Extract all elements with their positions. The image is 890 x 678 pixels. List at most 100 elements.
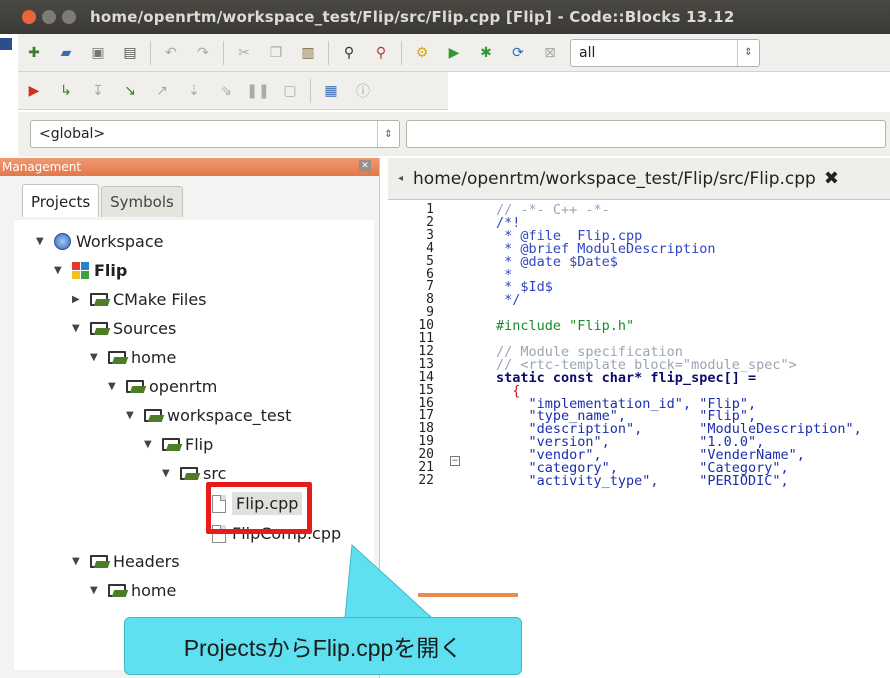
new-file-icon[interactable]: ✚: [24, 43, 44, 63]
tree-label: Headers: [113, 552, 180, 571]
tree-label: CMake Files: [113, 290, 207, 309]
tree-node-headers[interactable]: ▼ Headers: [72, 552, 180, 571]
workspace-icon: [54, 233, 71, 250]
redo-icon[interactable]: ↷: [193, 43, 213, 63]
cut-icon[interactable]: ✂: [234, 43, 254, 63]
chevron-down-icon[interactable]: ▼: [126, 410, 144, 421]
scope-select[interactable]: <global> ⇕: [30, 120, 400, 148]
step-out-icon[interactable]: ↗: [152, 81, 172, 101]
tree-node-sources[interactable]: ▼ Sources: [72, 319, 176, 338]
rebuild-icon[interactable]: ⟳: [508, 43, 528, 63]
tree-node-flip-dir[interactable]: ▼ Flip: [144, 435, 213, 454]
tree-label: Flip: [94, 261, 128, 280]
chevron-down-icon[interactable]: ▼: [108, 381, 126, 392]
maximize-window-button[interactable]: [62, 10, 76, 24]
find-icon[interactable]: ⚲: [339, 43, 359, 63]
chevron-down-icon[interactable]: ▼: [72, 323, 90, 334]
abort-icon[interactable]: ⊠: [540, 43, 560, 63]
run-icon[interactable]: ▶: [444, 43, 464, 63]
debug-windows-icon[interactable]: ▦: [321, 81, 341, 101]
code-completion-toolbar: <global> ⇕: [18, 112, 890, 156]
save-all-icon[interactable]: ▤: [120, 43, 140, 63]
build-target-value: all: [579, 44, 596, 61]
tree-node-openrtm[interactable]: ▼ openrtm: [108, 377, 217, 396]
next-line-icon[interactable]: ↧: [88, 81, 108, 101]
editor-tabbar: ◂ home/openrtm/workspace_test/Flip/src/F…: [388, 158, 890, 200]
open-file-icon[interactable]: ▰: [56, 43, 76, 63]
window-title: home/openrtm/workspace_test/Flip/src/Fli…: [90, 8, 735, 26]
tree-node-src[interactable]: ▼ src: [162, 464, 226, 483]
build-target-select[interactable]: all ⇕: [570, 38, 760, 67]
chevron-updown-icon: ⇕: [377, 121, 399, 147]
tree-label: Workspace: [76, 232, 164, 251]
build-and-run-icon[interactable]: ✱: [476, 43, 496, 63]
editor-tab-label: home/openrtm/workspace_test/Flip/src/Fli…: [413, 168, 816, 189]
tree-node-workspace-test[interactable]: ▼ workspace_test: [126, 406, 291, 425]
chevron-down-icon[interactable]: ▼: [162, 468, 180, 479]
chevron-down-icon[interactable]: ▼: [36, 236, 54, 247]
tree-node-cmake-files[interactable]: ▶ CMake Files: [72, 290, 207, 309]
chevron-down-icon[interactable]: ▼: [54, 265, 72, 276]
chevron-down-icon[interactable]: ▼: [144, 439, 162, 450]
code-line: #include "Flip.h": [496, 318, 635, 335]
folder-icon: [126, 380, 144, 393]
folder-icon: [90, 322, 108, 335]
title-bar: home/openrtm/workspace_test/Flip/src/Fli…: [0, 0, 890, 34]
tree-label: home: [131, 581, 177, 600]
save-icon[interactable]: ▣: [88, 43, 108, 63]
function-select[interactable]: [406, 120, 886, 148]
toolbar-divider: [310, 78, 311, 103]
undo-icon[interactable]: ↶: [161, 43, 181, 63]
run-to-cursor-icon[interactable]: ↳: [56, 81, 76, 101]
tree-label: workspace_test: [167, 406, 292, 425]
build-icon[interactable]: ⚙: [412, 43, 432, 63]
next-instruction-icon[interactable]: ⇣: [184, 81, 204, 101]
paste-icon[interactable]: ▥: [298, 43, 318, 63]
pause-icon[interactable]: ❚❚: [246, 81, 269, 101]
replace-icon[interactable]: ⚲: [371, 43, 391, 63]
tab-projects[interactable]: Projects: [22, 184, 100, 217]
close-panel-icon[interactable]: ✕: [359, 160, 371, 172]
step-into-icon[interactable]: ↘: [120, 81, 140, 101]
scope-value: <global>: [39, 126, 106, 142]
management-title: Management: [2, 160, 82, 174]
line-number: 22: [418, 472, 434, 488]
copy-icon[interactable]: ❐: [266, 43, 286, 63]
various-info-icon[interactable]: ⓘ: [353, 81, 373, 101]
background-app-edge: [0, 38, 12, 50]
chevron-right-icon[interactable]: ▶: [72, 294, 90, 305]
debug-start-icon[interactable]: ▶: [24, 81, 44, 101]
stop-debug-icon[interactable]: ▢: [280, 81, 300, 101]
folder-icon: [108, 584, 126, 597]
folder-icon: [180, 467, 198, 480]
tree-node-project[interactable]: ▼ Flip: [54, 261, 127, 280]
chevron-updown-icon: ⇕: [737, 39, 759, 66]
management-header: Management ✕: [0, 158, 379, 176]
close-tab-icon[interactable]: ✖: [824, 168, 839, 189]
chevron-down-icon[interactable]: ▼: [90, 585, 108, 596]
code-editor[interactable]: 1 2 3 4 5 6 7 8 9 10 11 12 13 14 15 16 17 18 19 20 21 22 − //…: [388, 200, 890, 600]
chevron-down-icon[interactable]: ▼: [72, 556, 90, 567]
step-into-instruction-icon[interactable]: ⇘: [216, 81, 236, 101]
management-panel: Management ✕ Projects Symbols ▼ Workspac…: [0, 158, 380, 678]
tree-label: Flip: [185, 435, 214, 454]
management-tabs: Projects Symbols: [22, 184, 185, 217]
close-window-button[interactable]: [22, 10, 36, 24]
toolbar-divider: [401, 40, 402, 65]
chevron-down-icon[interactable]: ▼: [90, 352, 108, 363]
debugger-toolbar: ▶ ↳ ↧ ↘ ↗ ⇣ ⇘ ❚❚ ▢ ▦ ⓘ: [18, 72, 448, 110]
minimize-window-button[interactable]: [42, 10, 56, 24]
tree-node-workspace[interactable]: ▼ Workspace: [36, 232, 163, 251]
tab-symbols[interactable]: Symbols: [101, 186, 183, 217]
editor-tab-flip-cpp[interactable]: home/openrtm/workspace_test/Flip/src/Fli…: [403, 168, 839, 189]
fold-marker-icon[interactable]: −: [450, 456, 460, 466]
project-icon: [72, 262, 89, 279]
tree-node-headers-home[interactable]: ▼ home: [90, 581, 176, 600]
editor-scroll-indicator: [418, 593, 518, 597]
tree-node-home[interactable]: ▼ home: [90, 348, 176, 367]
project-tree: ▼ Workspace ▼ Flip ▶ CMake Files ▼ Sourc…: [14, 220, 374, 670]
toolbar-divider: [223, 40, 224, 65]
highlight-box: [206, 482, 312, 534]
folder-icon: [108, 351, 126, 364]
line-number-gutter: 1 2 3 4 5 6 7 8 9 10 11 12 13 14 15 16 17 18 19 20 21 22: [388, 200, 448, 600]
